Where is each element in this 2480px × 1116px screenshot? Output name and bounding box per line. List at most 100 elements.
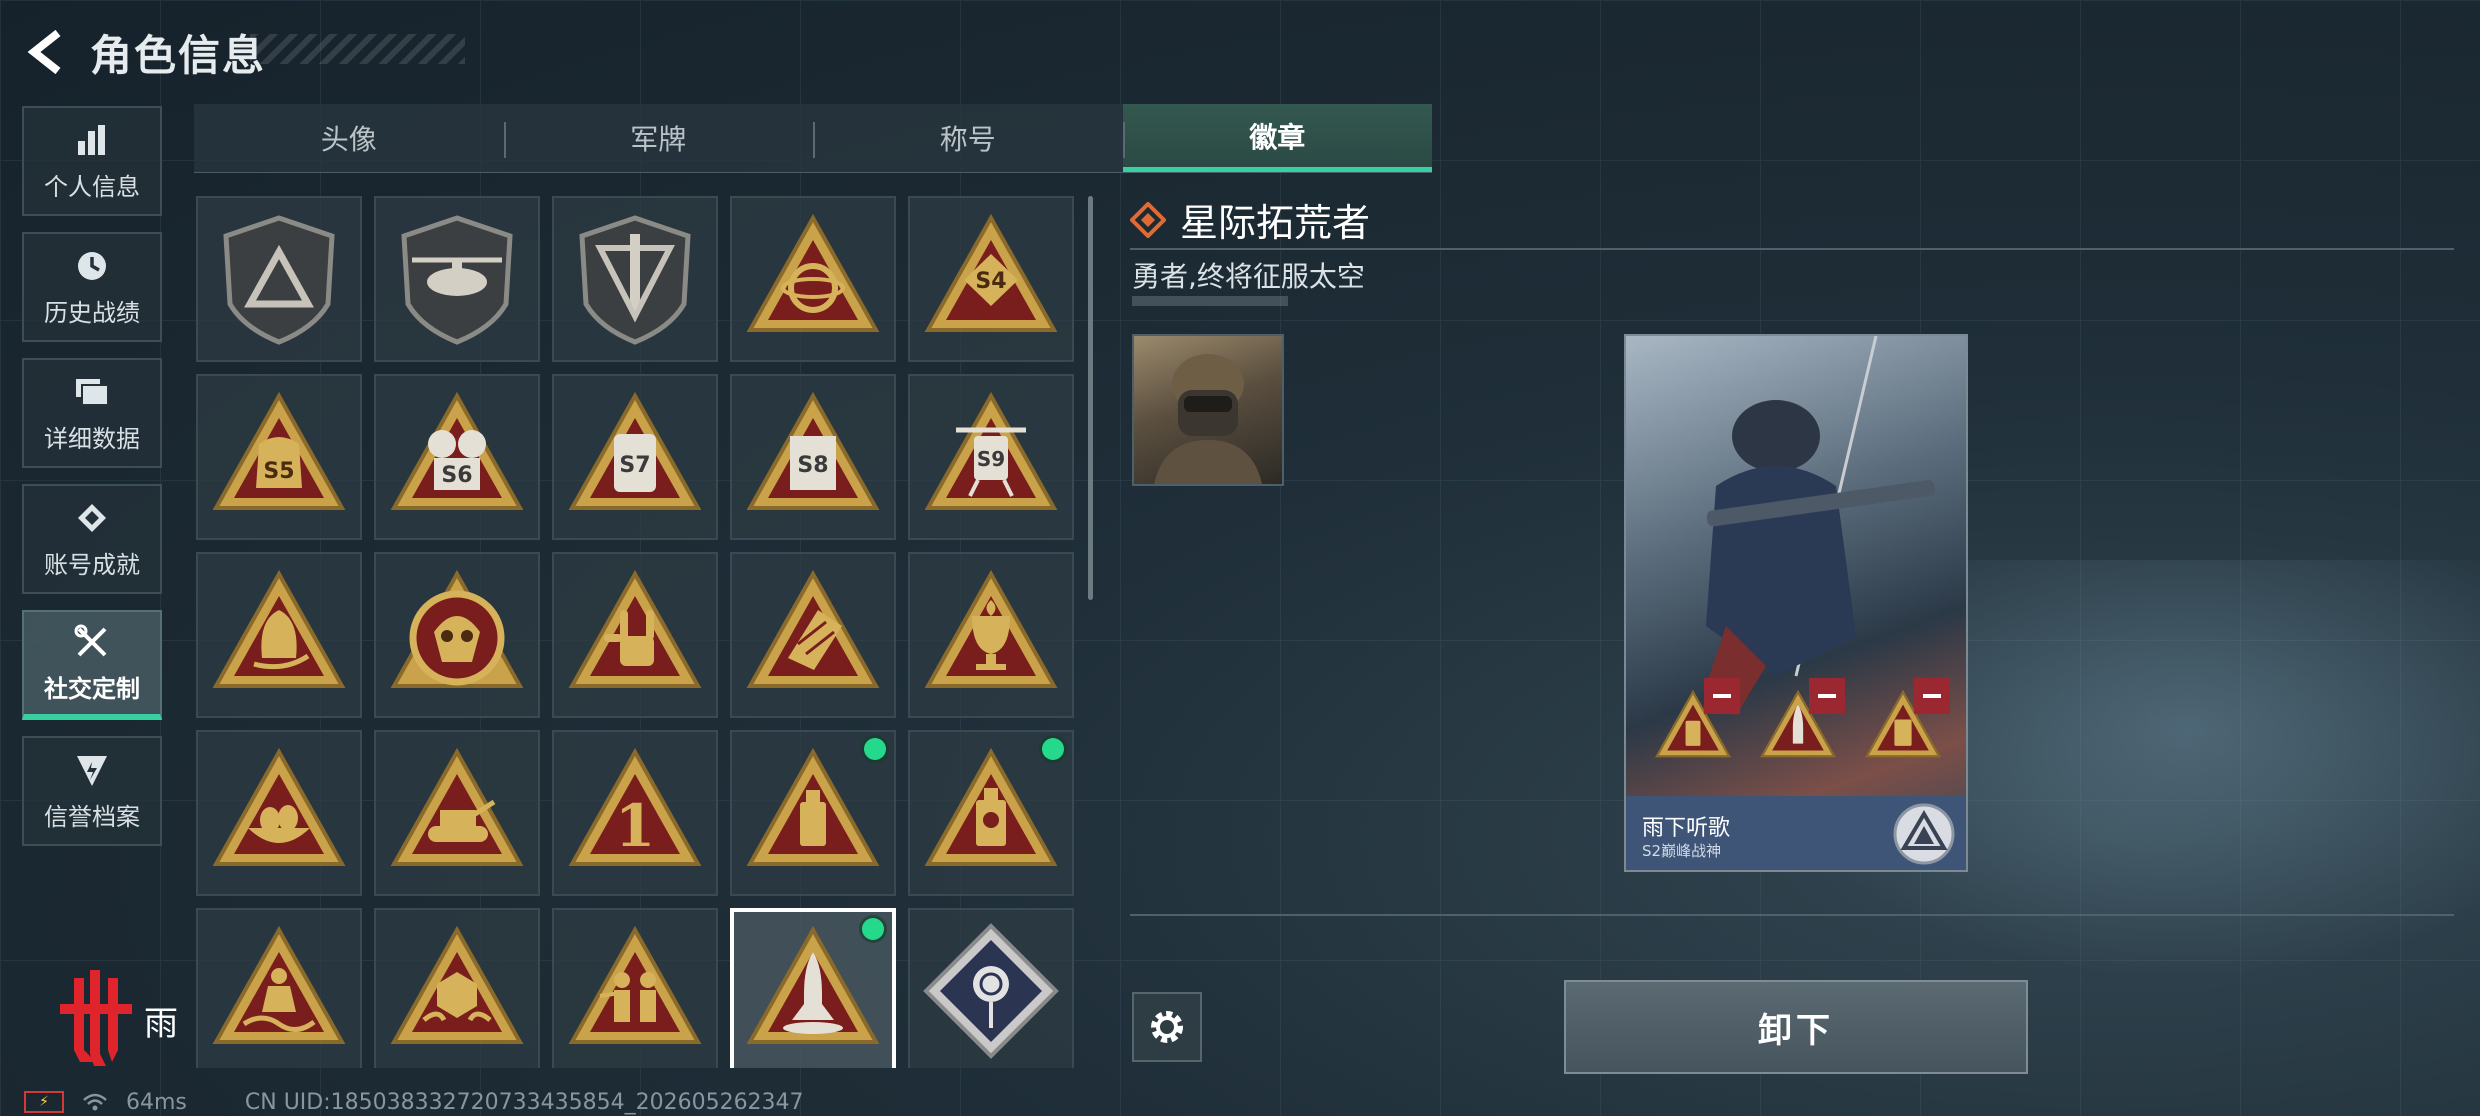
nav-item-achievements[interactable]: 账号成就: [22, 484, 162, 594]
badge-cell[interactable]: [374, 552, 540, 718]
nav-label: 历史战绩: [44, 298, 140, 327]
dagger-shield-badge-icon: [579, 215, 691, 345]
svg-text:S9: S9: [977, 447, 1005, 471]
badge-cell[interactable]: [196, 908, 362, 1068]
tools-icon: [73, 623, 111, 661]
season-s4-badge-icon: S4: [924, 213, 1058, 332]
bar-chart-icon: [73, 121, 111, 159]
rock-hand-badge-icon: [568, 569, 702, 688]
badge-cell[interactable]: [908, 730, 1074, 896]
minus-icon: [1713, 694, 1731, 698]
badge-cell[interactable]: [730, 552, 896, 718]
card-footer: 雨下听歌 S2巅峰战神: [1626, 796, 1966, 870]
minus-icon: [1818, 694, 1836, 698]
diamond-marker-icon: [1130, 201, 1166, 238]
wave-figure-badge-icon: [212, 925, 346, 1044]
nest-eggs-badge-icon: [212, 747, 346, 866]
season-s7-badge-icon: S7: [568, 391, 702, 510]
season-s9-badge-icon: S9: [924, 391, 1058, 510]
page-title: 角色信息: [90, 30, 267, 80]
svg-text:1: 1: [615, 792, 655, 860]
helicopter-badge-icon: [401, 215, 513, 345]
remove-badge-button[interactable]: [1809, 678, 1845, 714]
minus-icon: [1923, 694, 1941, 698]
badge-cell[interactable]: [552, 908, 718, 1068]
battery-icon: ⚡: [24, 1091, 64, 1113]
svg-text:S8: S8: [797, 453, 828, 478]
remove-badge-button[interactable]: [1704, 678, 1740, 714]
achievement-icon: [73, 499, 111, 537]
badge-cell[interactable]: [552, 196, 718, 362]
badge-cell[interactable]: [196, 730, 362, 896]
tab-badge[interactable]: 徽章: [1122, 104, 1432, 172]
ping-value: 64ms: [126, 1089, 187, 1115]
missile-rack-badge-icon: [746, 569, 880, 688]
shield-delta-badge-icon: [223, 215, 335, 345]
badge-description: 勇者,终将征服太空: [1132, 260, 1365, 293]
svg-text:S7: S7: [619, 453, 650, 478]
player-avatar: [1132, 334, 1284, 486]
soldier-portrait-icon: [1154, 354, 1262, 484]
left-nav: 个人信息 历史战绩 详细数据 账号成就 社交定制 信誉档案: [22, 106, 164, 862]
gyroscope-badge-icon: [746, 213, 880, 332]
nav-label: 社交定制: [44, 674, 140, 703]
badge-detail-title: 星际拓荒者: [1130, 192, 1370, 247]
badge-cell[interactable]: 1: [552, 730, 718, 896]
badge-grid-scrollbar[interactable]: [1088, 196, 1093, 600]
nav-item-social-custom[interactable]: 社交定制: [22, 610, 162, 720]
badge-cell[interactable]: [552, 552, 718, 718]
nav-item-credit[interactable]: 信誉档案: [22, 736, 162, 846]
badge-cell[interactable]: S4: [908, 196, 1074, 362]
tab-title[interactable]: 称号: [813, 104, 1123, 172]
badge-cell[interactable]: [374, 196, 540, 362]
badge-cell[interactable]: [730, 196, 896, 362]
nav-item-detailed-data[interactable]: 详细数据: [22, 358, 162, 468]
badge-cell[interactable]: [908, 552, 1074, 718]
number-one-badge-icon: 1: [568, 747, 702, 866]
player-card-preview: 雨下听歌 S2巅峰战神: [1624, 334, 1968, 872]
new-indicator-dot: [864, 738, 886, 760]
tab-avatar[interactable]: 头像: [194, 104, 504, 172]
back-button[interactable]: [22, 24, 70, 80]
category-tabs: 头像 军牌 称号 徽章: [194, 104, 1432, 173]
equipped-slot[interactable]: [1755, 678, 1845, 770]
badge-cell[interactable]: [374, 730, 540, 896]
badge-cell[interactable]: S7: [552, 374, 718, 540]
skull-ring-badge-icon: [390, 569, 524, 688]
nav-item-personal-info[interactable]: 个人信息: [22, 106, 162, 216]
tank-badge-icon: [390, 747, 524, 866]
history-icon: [73, 247, 111, 285]
badge-cell[interactable]: S9: [908, 374, 1074, 540]
usb-helmet-badge-icon: [924, 747, 1058, 866]
badge-name: 星际拓荒者: [1180, 201, 1371, 245]
hooded-figure-badge-icon: [212, 569, 346, 688]
nav-label: 个人信息: [44, 172, 140, 201]
credit-shield-icon: [73, 751, 111, 789]
badge-cell[interactable]: [196, 196, 362, 362]
badge-cell[interactable]: [908, 908, 1074, 1068]
action-divider: [1130, 914, 2454, 916]
nav-label: 详细数据: [44, 424, 140, 453]
badge-cell[interactable]: [196, 552, 362, 718]
nav-item-history[interactable]: 历史战绩: [22, 232, 162, 342]
svg-text:S5: S5: [263, 459, 294, 484]
badge-cell[interactable]: S6: [374, 374, 540, 540]
remove-badge-button[interactable]: [1914, 678, 1950, 714]
settings-button[interactable]: [1132, 992, 1202, 1062]
dice-hands-badge-icon: [390, 925, 524, 1044]
badge-cell-selected[interactable]: [730, 908, 896, 1068]
tab-dogtag[interactable]: 军牌: [503, 104, 814, 172]
usb-drive-badge-icon: [746, 747, 880, 866]
equipped-slot[interactable]: [1860, 678, 1950, 770]
card-rank: S2巅峰战神: [1642, 842, 1722, 860]
badge-cell[interactable]: S8: [730, 374, 896, 540]
equipped-slot[interactable]: [1650, 678, 1740, 770]
nav-label: 信誉档案: [44, 802, 140, 831]
badge-cell[interactable]: S5: [196, 374, 362, 540]
gear-icon: [1151, 1011, 1183, 1043]
rocket-launch-badge-icon: [746, 925, 880, 1044]
badge-obtain-info: [1132, 296, 1288, 306]
badge-cell[interactable]: [374, 908, 540, 1068]
badge-cell[interactable]: [730, 730, 896, 896]
unequip-button[interactable]: 卸下: [1564, 980, 2028, 1074]
